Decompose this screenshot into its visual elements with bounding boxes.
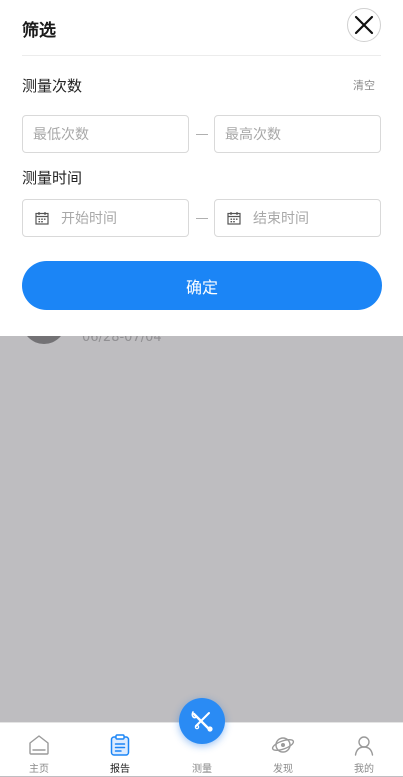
end-time-placeholder: 结束时间 xyxy=(253,211,309,227)
tab-profile[interactable]: 我的 xyxy=(334,723,394,777)
start-time-input[interactable]: 开始时间 xyxy=(22,199,189,237)
count-section-label: 测量次数 xyxy=(22,77,83,95)
tab-report-label: 报告 xyxy=(110,764,130,775)
tab-discover[interactable]: 发现 xyxy=(253,723,313,777)
tab-report[interactable]: 报告 xyxy=(90,723,150,777)
tab-measure-label: 测量 xyxy=(192,764,212,775)
range-separator xyxy=(196,134,208,135)
calendar-icon xyxy=(35,211,49,225)
close-icon xyxy=(354,15,374,35)
discover-icon xyxy=(271,737,295,753)
range-separator xyxy=(196,218,208,219)
header-divider xyxy=(22,55,381,56)
min-count-placeholder: 最低次数 xyxy=(33,127,89,143)
max-count-placeholder: 最高次数 xyxy=(225,127,281,143)
sheet-title: 筛选 xyxy=(22,21,56,41)
tab-profile-label: 我的 xyxy=(354,764,374,775)
filter-sheet: 筛选 测量次数 清空 最低次数 最高次数 测量时间 开始时间 结束时间 确定 xyxy=(0,0,403,336)
report-icon xyxy=(110,734,130,756)
clear-button[interactable]: 清空 xyxy=(353,77,375,93)
start-time-placeholder: 开始时间 xyxy=(61,211,117,227)
tab-home[interactable]: 主页 xyxy=(9,723,69,777)
profile-icon xyxy=(354,736,374,756)
home-icon xyxy=(29,735,49,755)
min-count-input[interactable]: 最低次数 xyxy=(22,115,189,153)
calendar-icon xyxy=(227,211,241,225)
max-count-input[interactable]: 最高次数 xyxy=(214,115,381,153)
confirm-button[interactable]: 确定 xyxy=(22,261,382,310)
end-time-input[interactable]: 结束时间 xyxy=(214,199,381,237)
time-section-label: 测量时间 xyxy=(22,169,83,187)
tab-discover-label: 发现 xyxy=(273,764,293,775)
measure-button[interactable] xyxy=(179,698,225,744)
close-button[interactable] xyxy=(347,8,381,42)
measure-icon xyxy=(191,711,213,732)
tab-home-label: 主页 xyxy=(29,764,49,775)
